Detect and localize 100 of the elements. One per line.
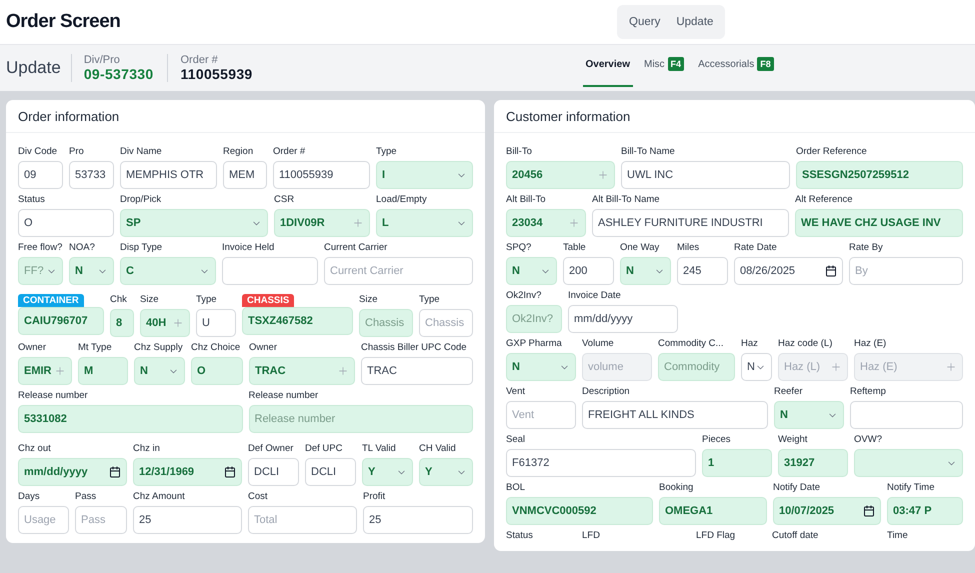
field-label: SPQ? bbox=[506, 242, 532, 254]
field-label: Chz Amount bbox=[133, 491, 185, 503]
input-field[interactable]: TRAC bbox=[361, 357, 473, 385]
tab[interactable]: Misc F4 bbox=[640, 51, 688, 87]
plus-icon bbox=[568, 217, 580, 229]
field-label: Time bbox=[887, 530, 908, 542]
input-field[interactable]: F61372 bbox=[506, 449, 696, 477]
input-field[interactable]: MEM bbox=[223, 161, 267, 189]
field-label: Chz Choice bbox=[191, 342, 240, 354]
date-field[interactable]: 10/07/2025 bbox=[773, 497, 881, 525]
dropdown[interactable]: I bbox=[376, 161, 473, 189]
field-label: Days bbox=[18, 491, 40, 503]
dropdown[interactable]: N bbox=[69, 257, 114, 285]
field-label: Bill-To bbox=[506, 146, 532, 158]
field-label: Rate Date bbox=[734, 242, 777, 254]
field-label: Chk bbox=[110, 294, 127, 306]
lookup-field[interactable]: 23034 bbox=[506, 209, 586, 237]
field-label: Type bbox=[196, 294, 217, 306]
date-field[interactable]: 12/31/1969 bbox=[133, 458, 242, 486]
plus-icon bbox=[945, 361, 957, 373]
input-field[interactable]: 245 bbox=[677, 257, 728, 285]
input-field[interactable]: 31927 bbox=[778, 449, 848, 477]
tab[interactable]: Overview bbox=[582, 51, 633, 87]
div-pro-value: 09-537330 bbox=[84, 66, 154, 82]
field-label: Notify Time bbox=[887, 482, 935, 494]
field-label: Order Reference bbox=[796, 146, 867, 158]
field-label: Release number bbox=[18, 390, 88, 402]
tab[interactable]: Accessorials F8 bbox=[695, 51, 777, 87]
input-field[interactable] bbox=[850, 401, 963, 429]
lookup-field[interactable]: EMIR bbox=[18, 357, 72, 385]
lookup-field[interactable]: 1DIV09R bbox=[274, 209, 370, 237]
input-field[interactable]: WE HAVE CHZ USAGE INV bbox=[795, 209, 963, 237]
input-field[interactable]: 25 bbox=[363, 506, 473, 534]
field-label: Def Owner bbox=[248, 443, 294, 455]
input-field[interactable]: ASHLEY FURNITURE INDUSTRI bbox=[592, 209, 789, 237]
dropdown[interactable]: SP bbox=[120, 209, 268, 237]
input-field[interactable]: 110055939 bbox=[273, 161, 370, 189]
input-field[interactable]: DCLI bbox=[248, 458, 299, 486]
input-field[interactable]: UWL INC bbox=[621, 161, 790, 189]
input-field[interactable]: 200 bbox=[563, 257, 614, 285]
input-field[interactable]: SSESGN2507259512 bbox=[796, 161, 963, 189]
input-field[interactable]: 8 bbox=[110, 309, 134, 337]
mode-button[interactable]: Update bbox=[670, 9, 720, 35]
input-field[interactable]: DCLI bbox=[305, 458, 356, 486]
field-label: Disp Type bbox=[120, 242, 162, 254]
mode-button[interactable]: Query bbox=[623, 9, 666, 35]
lookup-field[interactable]: 20456 bbox=[506, 161, 615, 189]
dropdown[interactable]: N bbox=[774, 401, 844, 429]
field-label: Region bbox=[223, 146, 254, 158]
input-field[interactable]: MEMPHIS OTR bbox=[120, 161, 217, 189]
field-label: Miles bbox=[677, 242, 700, 254]
field-label: Owner bbox=[18, 342, 46, 354]
input-field[interactable] bbox=[222, 257, 318, 285]
input-field[interactable]: 03:47 P bbox=[887, 497, 963, 525]
input-field[interactable]: 25 bbox=[133, 506, 242, 534]
panel-title: Order information bbox=[18, 108, 120, 124]
field-label: Haz code (L) bbox=[778, 338, 832, 350]
dropdown[interactable] bbox=[854, 449, 963, 477]
input-field[interactable]: 53733 bbox=[69, 161, 114, 189]
input-field[interactable]: 1 bbox=[702, 449, 772, 477]
field-label: Mt Type bbox=[78, 342, 112, 354]
input-field[interactable]: 09 bbox=[18, 161, 63, 189]
field-label: Type bbox=[419, 294, 440, 306]
dropdown[interactable]: N bbox=[134, 357, 185, 385]
dropdown[interactable]: C bbox=[120, 257, 216, 285]
field-label: Cost bbox=[248, 491, 268, 503]
dropdown[interactable]: N bbox=[620, 257, 671, 285]
input-field[interactable]: CAIU796707 bbox=[18, 307, 104, 335]
date-field[interactable]: 08/26/2025 bbox=[734, 257, 843, 285]
field-label: Invoice Held bbox=[222, 242, 274, 254]
input-field[interactable]: M bbox=[78, 357, 128, 385]
input-field[interactable]: FREIGHT ALL KINDS bbox=[582, 401, 768, 429]
input-field[interactable]: mm/dd/yyyy bbox=[568, 305, 678, 333]
field-label: Bill-To Name bbox=[621, 146, 675, 158]
lookup-field[interactable]: TRAC bbox=[249, 357, 355, 385]
dropdown[interactable]: Y bbox=[362, 458, 413, 486]
field-label: Div Code bbox=[18, 146, 58, 158]
input-field[interactable]: O bbox=[191, 357, 243, 385]
dropdown[interactable]: N bbox=[506, 353, 576, 381]
dropdown[interactable]: N bbox=[741, 353, 772, 381]
field-label: Drop/Pick bbox=[120, 194, 162, 206]
field-label: Def UPC bbox=[305, 443, 342, 455]
dropdown[interactable]: Y bbox=[419, 458, 473, 486]
field-label: Profit bbox=[363, 491, 386, 503]
input-field[interactable]: 5331082 bbox=[18, 405, 242, 433]
dropdown[interactable]: N bbox=[506, 257, 557, 285]
input-field[interactable]: OMEGA1 bbox=[659, 497, 767, 525]
input-field[interactable]: VNMCVC000592 bbox=[506, 497, 653, 525]
calendar-icon bbox=[863, 505, 875, 517]
input-field[interactable]: O bbox=[18, 209, 114, 237]
input-field[interactable]: TSXZ467582 bbox=[242, 307, 353, 335]
field-label: Div Name bbox=[120, 146, 162, 158]
lookup-field[interactable]: 40H bbox=[140, 309, 190, 337]
field-label: Alt Reference bbox=[795, 194, 853, 206]
input-field[interactable]: U bbox=[196, 309, 236, 337]
field-label: Current Carrier bbox=[324, 242, 388, 254]
plus-icon bbox=[54, 365, 66, 377]
field-label: Rate By bbox=[849, 242, 883, 254]
dropdown[interactable]: L bbox=[376, 209, 473, 237]
date-field[interactable]: mm/dd/yyyy bbox=[18, 458, 127, 486]
